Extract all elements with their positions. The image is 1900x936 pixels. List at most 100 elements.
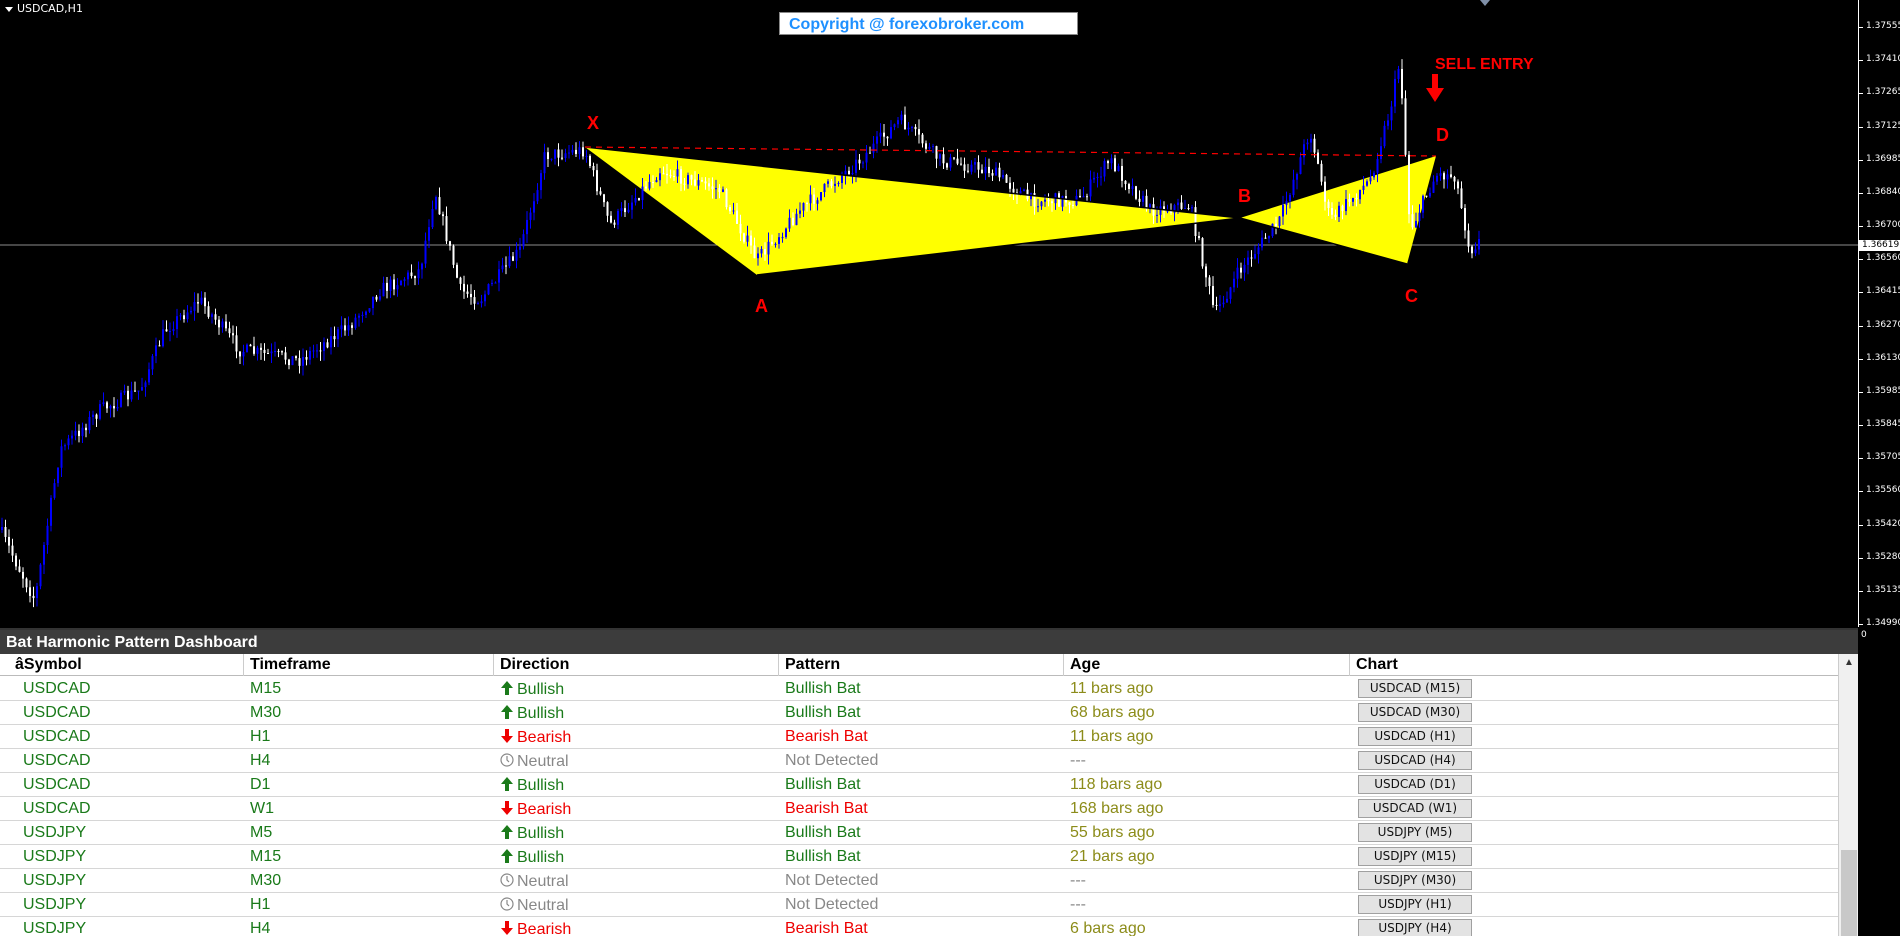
direction-text: Bullish [517, 849, 565, 866]
candle-body [669, 175, 672, 177]
candle-body [519, 246, 521, 250]
clock-icon [500, 897, 517, 914]
candle-body [1194, 207, 1197, 236]
candle-body [11, 545, 14, 556]
table-row[interactable]: USDJPY M30 Neutral Not Detected --- USDJPY (M… [0, 869, 1838, 893]
candle-body [106, 402, 108, 409]
cell-timeframe: W1 [250, 800, 274, 817]
candle-body [197, 302, 199, 304]
candle-body [421, 263, 423, 270]
candle-body [1219, 304, 1221, 306]
candlestick-canvas[interactable] [0, 0, 1858, 627]
col-header-chart[interactable]: Chart [1356, 656, 1398, 676]
shift-marker-icon[interactable] [1480, 0, 1490, 6]
candle-body [820, 192, 822, 201]
candle-body [991, 173, 994, 176]
candle-body [1002, 174, 1004, 178]
price-label: 1.36985 [1866, 153, 1900, 164]
col-header-age[interactable]: Age [1070, 656, 1100, 676]
open-chart-button[interactable]: USDJPY (M30) [1358, 871, 1472, 890]
col-divider[interactable] [243, 654, 244, 676]
col-divider[interactable] [493, 654, 494, 676]
sell-entry-label: SELL ENTRY [1435, 56, 1534, 73]
candle-body [207, 306, 210, 317]
candle-body [1443, 173, 1445, 180]
candle-body [256, 347, 259, 354]
scroll-thumb[interactable] [1841, 850, 1857, 936]
candle-body [1348, 199, 1351, 202]
candle-body [25, 578, 28, 588]
candle-body [708, 183, 710, 187]
cell-pattern: Bearish Bat [785, 920, 868, 936]
candle-body [1086, 196, 1088, 198]
chart-symbol-title[interactable]: USDCAD,H1 [5, 2, 83, 15]
open-chart-button[interactable]: USDJPY (H4) [1358, 919, 1472, 936]
price-label: 1.35135 [1866, 584, 1900, 595]
col-header-direction[interactable]: Direction [500, 656, 569, 676]
open-chart-button[interactable]: USDJPY (M15) [1358, 847, 1472, 866]
table-row[interactable]: USDCAD H1 Bearish Bearish Bat 11 bars ago USD… [0, 725, 1838, 749]
col-divider[interactable] [1349, 654, 1350, 676]
cell-symbol: USDCAD [23, 704, 91, 721]
col-header-pattern[interactable]: Pattern [785, 656, 840, 676]
col-divider[interactable] [778, 654, 779, 676]
copyright-text: Copyright @ forexobroker.com [789, 16, 1025, 33]
candle-body [1278, 216, 1281, 226]
candle-body [407, 272, 409, 280]
candle-body [4, 527, 7, 537]
vertical-scrollbar[interactable]: ▲ [1838, 654, 1858, 936]
table-row[interactable]: USDJPY M15 Bullish Bullish Bat 21 bars ago US… [0, 845, 1838, 869]
open-chart-button[interactable]: USDCAD (D1) [1358, 775, 1472, 794]
candle-body [379, 296, 381, 300]
dashboard-header[interactable]: Bat Harmonic Pattern Dashboard [0, 630, 1858, 654]
open-chart-button[interactable]: USDCAD (H1) [1358, 727, 1472, 746]
cell-age: --- [1070, 872, 1086, 889]
cell-pattern: Bearish Bat [785, 800, 868, 817]
open-chart-button[interactable]: USDCAD (M30) [1358, 703, 1472, 722]
open-chart-button[interactable]: USDCAD (M15) [1358, 679, 1472, 698]
open-chart-button[interactable]: USDJPY (H1) [1358, 895, 1472, 914]
candle-body [204, 297, 206, 307]
table-row[interactable]: USDCAD H4 Neutral Not Detected --- USDCAD (H4… [0, 749, 1838, 773]
col-header-symbol[interactable]: âSymbol [15, 656, 82, 676]
candle-body [767, 241, 770, 255]
cell-pattern: Not Detected [785, 896, 879, 913]
table-row[interactable]: USDJPY H1 Neutral Not Detected --- USDJPY (H1… [0, 893, 1838, 917]
table-row[interactable]: USDJPY H4 Bearish Bearish Bat 6 bars ago USDJ… [0, 917, 1838, 936]
candle-body [655, 180, 658, 183]
candle-body [1282, 204, 1284, 217]
col-header-timeframe[interactable]: Timeframe [250, 656, 331, 676]
price-tick [1858, 292, 1863, 294]
price-label: 1.35985 [1866, 385, 1900, 396]
candle-body [179, 315, 182, 317]
price-label: 1.36130 [1866, 352, 1900, 363]
table-row[interactable]: USDCAD W1 Bearish Bearish Bat 168 bars ago US… [0, 797, 1838, 821]
candle-body [666, 173, 668, 176]
table-row[interactable]: USDCAD D1 Bullish Bullish Bat 118 bars ago US… [0, 773, 1838, 797]
cell-timeframe: M5 [250, 824, 273, 841]
price-chart[interactable]: USDCAD,H1 Copyright @ forexobroker.com X… [0, 0, 1900, 640]
current-price-marker: 1.36619 [1859, 240, 1900, 251]
dropdown-triangle-icon[interactable] [5, 6, 13, 12]
candle-body [729, 207, 731, 212]
candle-body [1040, 201, 1043, 207]
cell-age: 21 bars ago [1070, 848, 1155, 865]
col-divider[interactable] [1063, 654, 1064, 676]
table-row[interactable]: USDJPY M5 Bullish Bullish Bat 55 bars ago USD… [0, 821, 1838, 845]
open-chart-button[interactable]: USDCAD (W1) [1358, 799, 1472, 818]
table-row[interactable]: USDCAD M30 Bullish Bullish Bat 68 bars ago US… [0, 701, 1838, 725]
candle-body [274, 350, 276, 352]
arrow-up-icon [500, 681, 517, 698]
scroll-up-icon[interactable]: ▲ [1842, 656, 1856, 670]
open-chart-button[interactable]: USDCAD (H4) [1358, 751, 1472, 770]
candle-body [158, 345, 161, 347]
candle-body [1222, 302, 1225, 305]
candle-body [1422, 195, 1424, 213]
open-chart-button[interactable]: USDJPY (M5) [1358, 823, 1472, 842]
candle-body [183, 315, 185, 320]
table-row[interactable]: USDCAD M15 Bullish Bullish Bat 11 bars ago US… [0, 677, 1838, 701]
candle-body [218, 319, 220, 328]
candle-body [477, 303, 479, 305]
candle-body [242, 351, 245, 357]
candle-body [1418, 212, 1421, 221]
